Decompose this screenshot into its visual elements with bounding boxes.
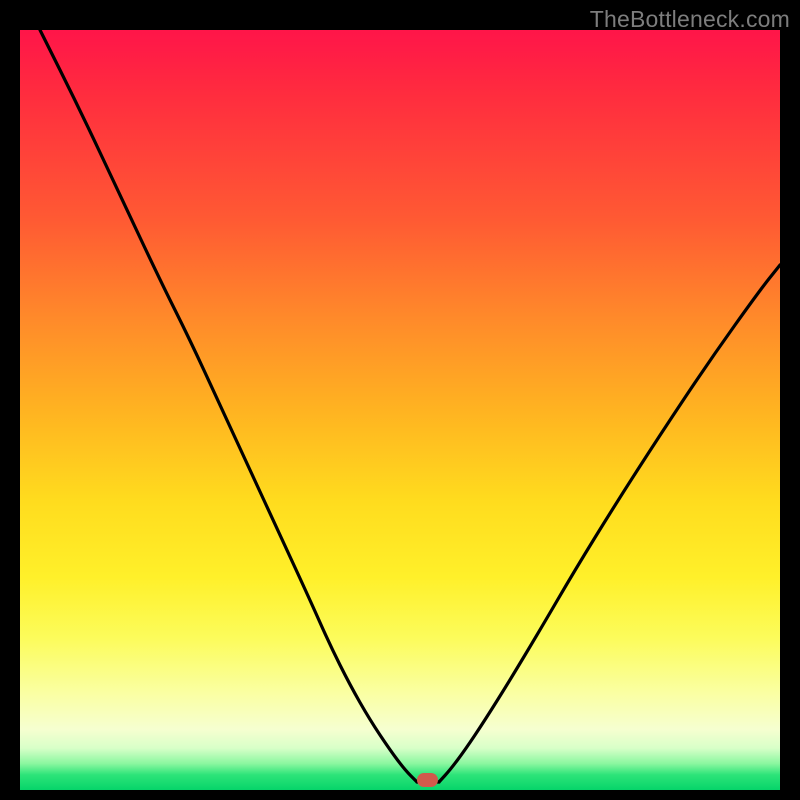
- curve-left-branch: [40, 30, 417, 782]
- bottleneck-curve: [20, 30, 780, 790]
- curve-right-branch: [439, 265, 780, 782]
- chart-frame: [20, 30, 780, 790]
- optimal-point-marker: [417, 773, 438, 787]
- watermark-text: TheBottleneck.com: [590, 6, 790, 33]
